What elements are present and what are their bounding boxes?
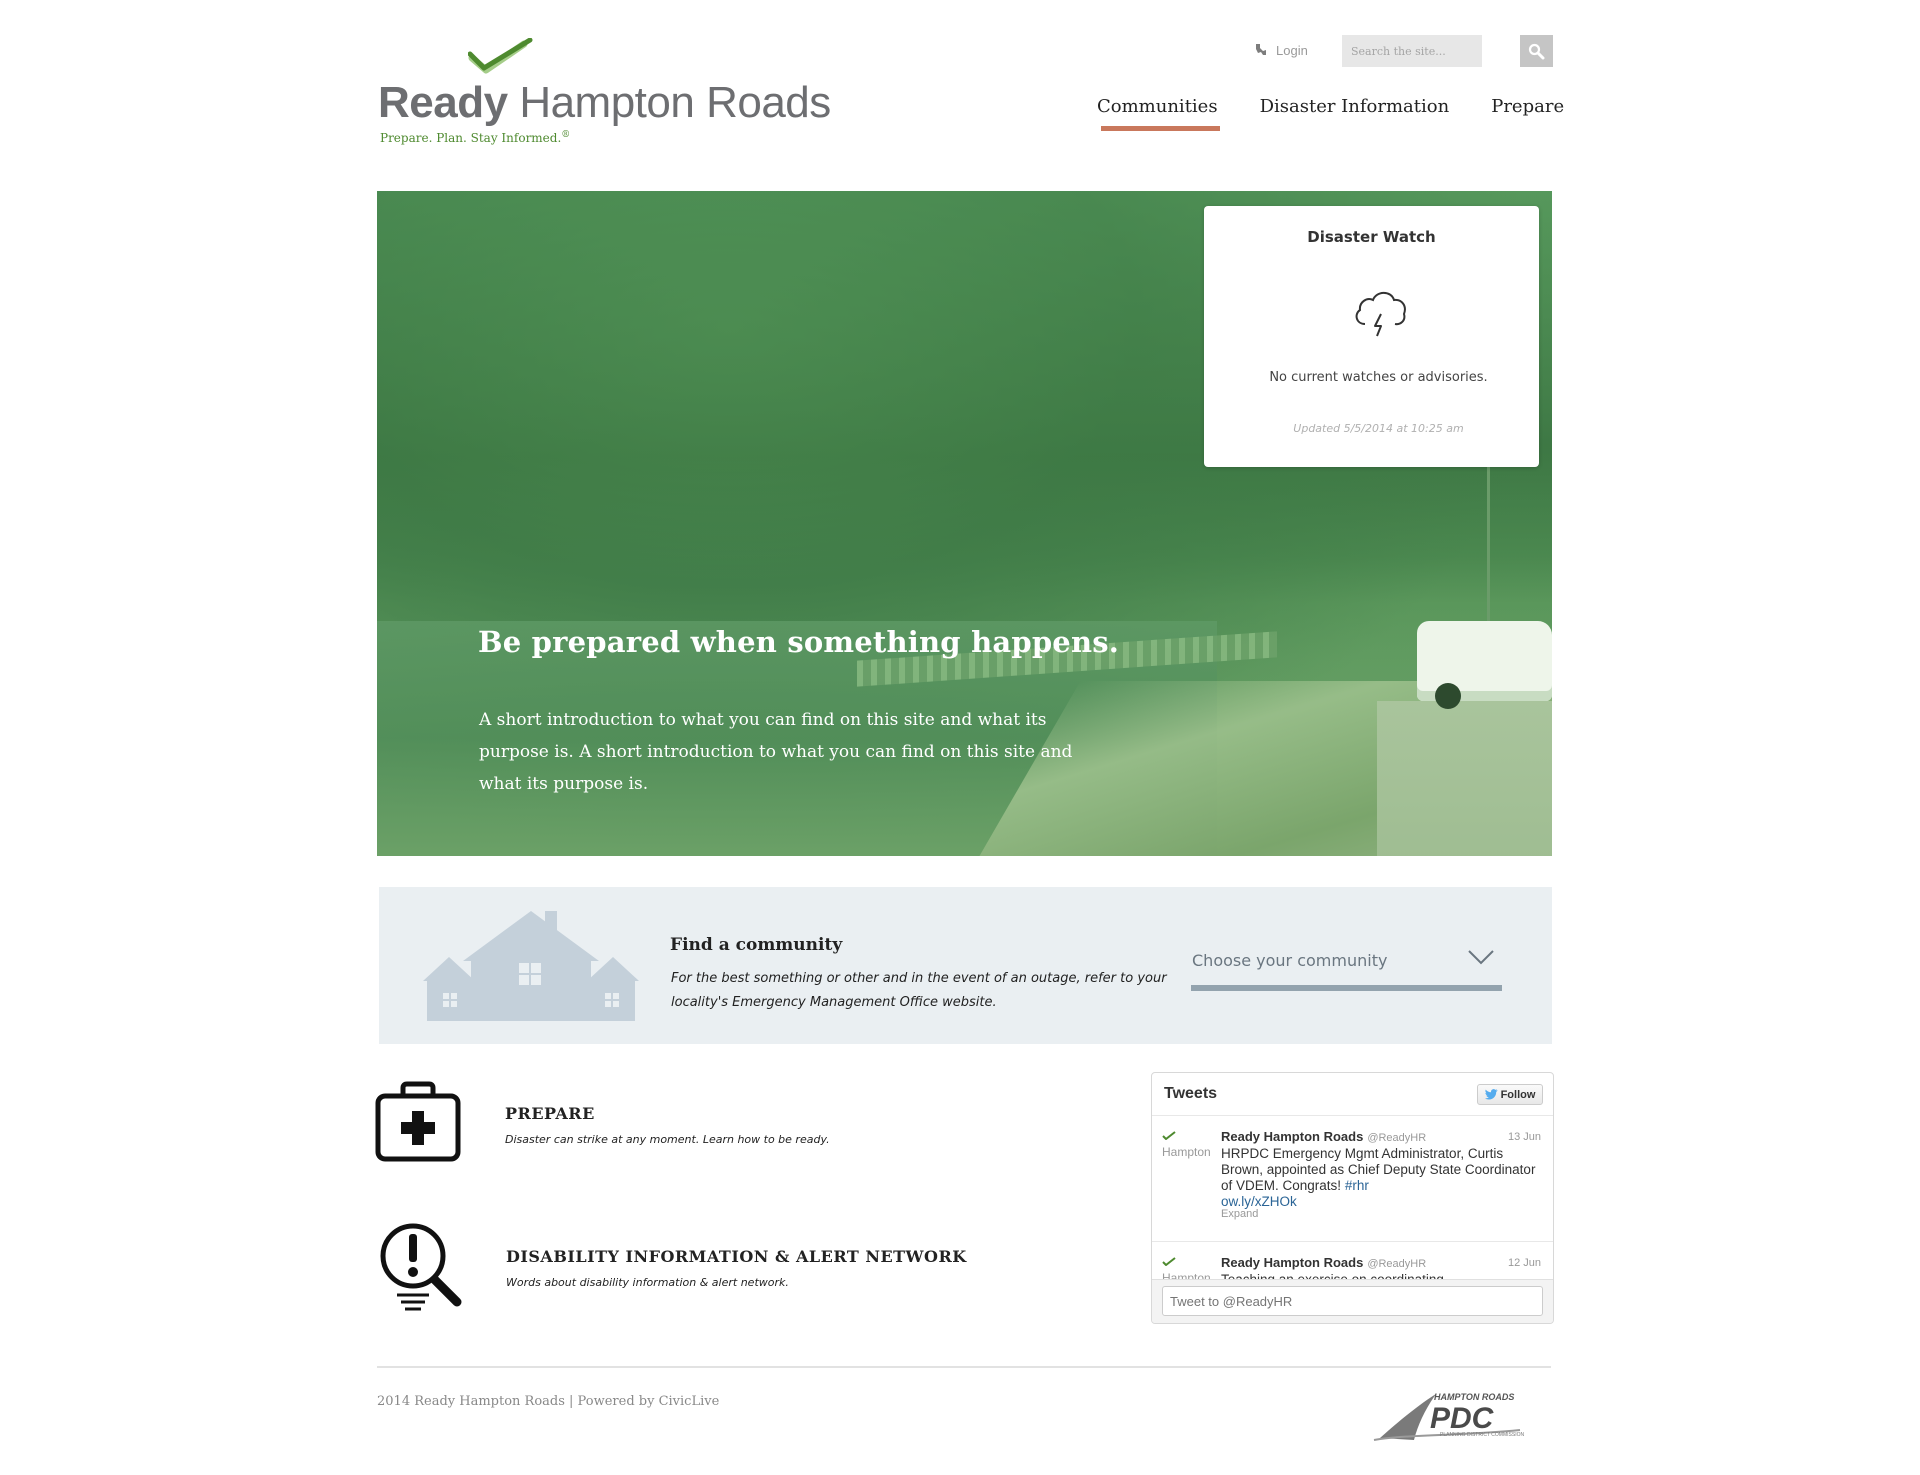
twitter-title: Tweets bbox=[1164, 1085, 1218, 1102]
hero-title: Be prepared when something happens. bbox=[478, 625, 1120, 659]
hero-intro: A short introduction to what you can fin… bbox=[479, 710, 1073, 794]
logo-wordmark: Ready Hampton Roads bbox=[378, 78, 831, 128]
first-aid-kit-icon[interactable] bbox=[375, 1080, 461, 1166]
community-select-label: Choose your community bbox=[1192, 951, 1388, 970]
pdc-logo-sub: PLANNING DISTRICT COMMISSION bbox=[1440, 1432, 1524, 1438]
feature-prepare-title[interactable]: PREPARE bbox=[505, 1104, 595, 1123]
find-community-description: For the best something or other and in t… bbox=[671, 971, 1167, 1010]
feature-dian-description: Words about disability information & ale… bbox=[506, 1276, 789, 1289]
feature-dian-title[interactable]: DISABILITY INFORMATION & ALERT NETWORK bbox=[506, 1247, 967, 1266]
tweet-item[interactable]: Hampton Ready Hampton Roads @ReadyHR 13 J… bbox=[1152, 1117, 1553, 1242]
footer-copyright: 2014 Ready Hampton Roads | Powered by Ci… bbox=[377, 1394, 720, 1409]
search-button[interactable] bbox=[1520, 35, 1553, 67]
follow-button[interactable]: Follow bbox=[1477, 1084, 1543, 1105]
pdc-logo-top: HAMPTON ROADS bbox=[1434, 1392, 1514, 1402]
twitter-header: Tweets Follow bbox=[1152, 1073, 1553, 1116]
hero-van bbox=[1417, 621, 1552, 709]
footer-divider bbox=[377, 1366, 1551, 1368]
tagline-mark: ® bbox=[561, 130, 571, 140]
main-nav: Communities Disaster Information Prepare bbox=[1097, 96, 1564, 136]
community-select[interactable]: Choose your community bbox=[1191, 950, 1502, 991]
houses-icon bbox=[423, 911, 639, 1021]
pdc-logo-main: PDC bbox=[1430, 1402, 1495, 1435]
hero-road bbox=[1377, 701, 1552, 856]
nav-item-disaster-information[interactable]: Disaster Information bbox=[1260, 96, 1450, 136]
tweet-handle: @ReadyHR bbox=[1367, 1132, 1427, 1144]
logo-word-hampton-roads: Hampton Roads bbox=[519, 78, 831, 127]
checkmark-logo-icon bbox=[1162, 1131, 1176, 1140]
tagline-text: Prepare. Plan. Stay Informed. bbox=[380, 131, 562, 145]
tweet-expand-link[interactable]: Expand bbox=[1221, 1208, 1258, 1220]
twitter-widget: Tweets Follow Hampton Ready Hampton Road… bbox=[1151, 1072, 1554, 1324]
tweet-date[interactable]: 12 Jun bbox=[1508, 1257, 1541, 1269]
storm-cloud-icon bbox=[1355, 291, 1406, 337]
checkmark-logo-icon bbox=[468, 38, 533, 74]
login-label: Login bbox=[1276, 42, 1308, 58]
logo-word-ready: Ready bbox=[378, 78, 508, 127]
tweet-body: HRPDC Emergency Mgmt Administrator, Curt… bbox=[1221, 1146, 1536, 1193]
tweet-text: HRPDC Emergency Mgmt Administrator, Curt… bbox=[1221, 1146, 1541, 1210]
find-community-panel: Find a community For the best something … bbox=[379, 887, 1552, 1044]
wrench-key-icon bbox=[1256, 44, 1266, 55]
disaster-watch-updated: Updated 5/5/2014 at 10:25 am bbox=[1293, 422, 1464, 435]
site-logo[interactable]: Ready Hampton Roads Prepare. Plan. Stay … bbox=[378, 38, 831, 148]
tweet-compose-input[interactable] bbox=[1162, 1286, 1543, 1316]
chevron-down-icon bbox=[1468, 950, 1494, 965]
tweet-author-name: Ready Hampton Roads bbox=[1221, 1255, 1364, 1270]
twitter-bird-icon bbox=[1484, 1089, 1498, 1100]
disaster-watch-card[interactable]: Disaster Watch No current watches or adv… bbox=[1204, 206, 1539, 467]
login-link[interactable]: Login bbox=[1254, 42, 1308, 58]
tweet-url-link[interactable]: ow.ly/xZHOk bbox=[1221, 1194, 1297, 1209]
avatar-text: Hampton bbox=[1162, 1145, 1210, 1159]
tweet-date[interactable]: 13 Jun bbox=[1508, 1131, 1541, 1143]
find-community-title: Find a community bbox=[670, 935, 843, 955]
pdc-logo[interactable]: HAMPTON ROADS PDC PLANNING DISTRICT COMM… bbox=[1370, 1390, 1550, 1444]
tweet-author[interactable]: Ready Hampton Roads @ReadyHR bbox=[1221, 1129, 1426, 1144]
tweet-hashtag-link[interactable]: #rhr bbox=[1345, 1178, 1369, 1193]
tweet-author[interactable]: Ready Hampton Roads @ReadyHR bbox=[1221, 1255, 1426, 1270]
logo-tagline: Prepare. Plan. Stay Informed.® bbox=[380, 130, 570, 145]
tweet-author-name: Ready Hampton Roads bbox=[1221, 1129, 1364, 1144]
feature-prepare-description: Disaster can strike at any moment. Learn… bbox=[505, 1133, 830, 1146]
tweet-handle: @ReadyHR bbox=[1367, 1258, 1427, 1270]
avatar[interactable]: Hampton bbox=[1162, 1131, 1210, 1171]
nav-item-prepare[interactable]: Prepare bbox=[1491, 96, 1564, 136]
disaster-watch-title: Disaster Watch bbox=[1307, 228, 1436, 246]
tweet-compose-bar bbox=[1152, 1279, 1553, 1323]
nav-item-communities[interactable]: Communities bbox=[1097, 96, 1220, 136]
follow-label: Follow bbox=[1500, 1088, 1536, 1101]
disaster-watch-status: No current watches or advisories. bbox=[1269, 370, 1488, 385]
alert-magnifier-icon[interactable] bbox=[377, 1222, 463, 1312]
search-icon bbox=[1528, 43, 1545, 59]
checkmark-logo-icon bbox=[1162, 1257, 1176, 1266]
search-input[interactable] bbox=[1342, 35, 1482, 67]
